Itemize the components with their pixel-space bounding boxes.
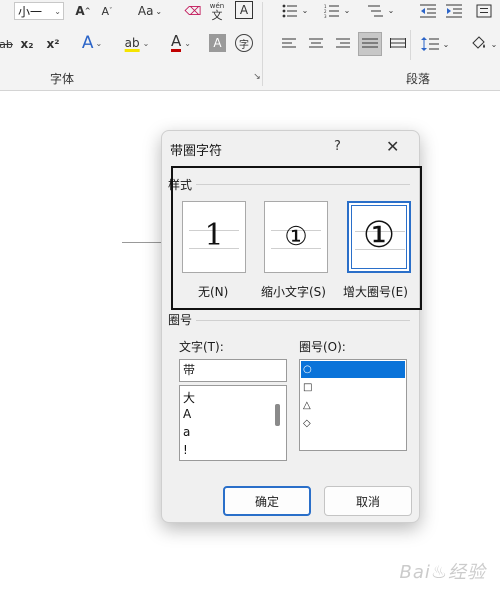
enclose-characters-button[interactable]: 字 bbox=[235, 34, 253, 52]
enclosure-field-label: 圈号(O): bbox=[299, 340, 346, 354]
document-margin-mark bbox=[122, 242, 162, 243]
subscript-button[interactable]: x₂ bbox=[18, 34, 36, 54]
font-size-dropdown[interactable]: 小一 ⌄ bbox=[14, 2, 64, 20]
line-spacing-icon[interactable] bbox=[420, 34, 440, 54]
chinese-layout-icon[interactable] bbox=[474, 1, 494, 21]
justify-icon[interactable] bbox=[358, 32, 382, 56]
chevron-down-icon[interactable]: ⌄ bbox=[301, 3, 309, 17]
close-icon[interactable]: ✕ bbox=[386, 137, 399, 156]
character-shading-button[interactable]: A bbox=[209, 34, 226, 52]
font-group-label: 字体 bbox=[50, 72, 75, 86]
scrollbar-thumb[interactable] bbox=[275, 404, 280, 426]
list-item[interactable]: □ bbox=[301, 379, 405, 396]
text-field-label: 文字(T): bbox=[179, 340, 224, 354]
shading-bucket-icon[interactable] bbox=[468, 33, 488, 53]
grow-font-button[interactable]: A ^ bbox=[74, 2, 92, 20]
align-center-icon[interactable] bbox=[306, 34, 326, 54]
chevron-down-icon[interactable]: ⌄ bbox=[442, 37, 450, 51]
list-item[interactable]: 大 bbox=[183, 389, 195, 406]
watermark-logo: Bai♨经验 bbox=[399, 562, 486, 583]
ok-button[interactable]: 确定 bbox=[223, 486, 311, 516]
superscript-button[interactable]: x² bbox=[44, 34, 62, 54]
eraser-icon[interactable]: ⌫ bbox=[184, 0, 202, 22]
strikethrough-button[interactable]: ab bbox=[0, 34, 13, 54]
dialog-launcher-icon[interactable]: ↘ bbox=[252, 72, 262, 82]
character-border-button[interactable]: A bbox=[235, 1, 253, 19]
text-input[interactable]: 带 bbox=[179, 359, 287, 382]
list-item[interactable]: ! bbox=[183, 443, 188, 457]
paragraph-group-label: 段落 bbox=[406, 72, 431, 86]
font-color-button[interactable]: A ⌄ bbox=[164, 32, 198, 54]
shrink-font-button[interactable]: Aˇ bbox=[98, 2, 116, 20]
ribbon: 小一 ⌄ A ^ Aˇ Aa ⌄ ⌫ wén 文 A ab x₂ x² A ⌄ ab ⌄ … bbox=[0, 0, 500, 91]
chevron-down-icon[interactable]: ⌄ bbox=[343, 3, 351, 17]
increase-indent-icon[interactable] bbox=[444, 1, 464, 21]
annotation-highlight-box bbox=[171, 166, 422, 310]
distributed-icon[interactable] bbox=[388, 34, 408, 54]
enclose-characters-dialog: 带圈字符 ? ✕ 样式 1 ① ① 无(N) 缩小文字(S) 增大圈号(E) 圈… bbox=[161, 130, 422, 523]
group-divider bbox=[262, 2, 263, 86]
svg-text:3: 3 bbox=[324, 14, 327, 18]
list-item[interactable]: △ bbox=[301, 397, 405, 414]
list-item[interactable]: A bbox=[183, 407, 191, 421]
text-effects-button[interactable]: A ⌄ bbox=[78, 32, 106, 54]
change-case-button[interactable]: Aa ⌄ bbox=[132, 2, 168, 20]
bullets-icon[interactable] bbox=[280, 1, 300, 21]
dialog-title: 带圈字符 bbox=[170, 144, 223, 159]
multilevel-list-icon[interactable] bbox=[366, 1, 386, 21]
list-item[interactable]: ◇ bbox=[301, 415, 405, 432]
enclosure-options-list[interactable]: ○ □ △ ◇ bbox=[299, 359, 407, 451]
font-size-value: 小一 bbox=[18, 5, 43, 19]
group-divider bbox=[410, 30, 411, 60]
section-divider bbox=[196, 320, 410, 321]
chevron-down-icon[interactable]: ⌄ bbox=[387, 3, 395, 17]
decrease-indent-icon[interactable] bbox=[418, 1, 438, 21]
text-options-list[interactable]: 大 A a ! bbox=[179, 385, 287, 461]
numbering-icon[interactable]: 123 bbox=[322, 1, 342, 21]
highlight-button[interactable]: ab ⌄ bbox=[120, 32, 154, 54]
list-item[interactable]: ○ bbox=[301, 361, 405, 378]
list-item[interactable]: a bbox=[183, 425, 190, 439]
phonetic-guide-button[interactable]: wén 文 bbox=[207, 0, 227, 22]
help-button[interactable]: ? bbox=[334, 139, 341, 154]
chevron-down-icon[interactable]: ⌄ bbox=[490, 37, 498, 51]
chevron-down-icon[interactable]: ⌄ bbox=[54, 3, 61, 21]
enclosure-section-title: 圈号 bbox=[168, 313, 193, 327]
align-right-icon[interactable] bbox=[332, 34, 352, 54]
cancel-button[interactable]: 取消 bbox=[324, 486, 412, 516]
align-left-icon[interactable] bbox=[280, 34, 300, 54]
